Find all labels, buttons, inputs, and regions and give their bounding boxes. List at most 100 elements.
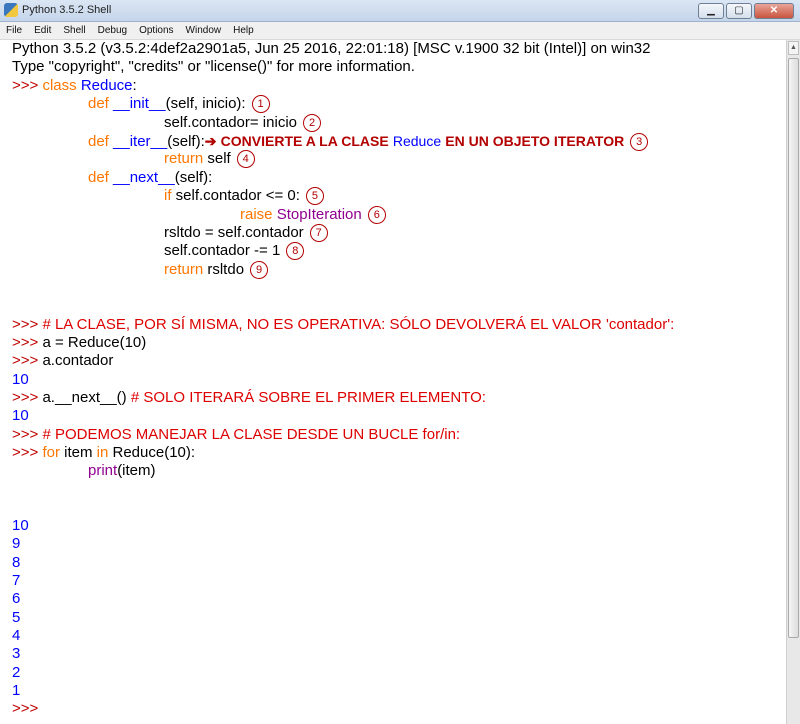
decrement-text: self.contador -= 1 (164, 242, 281, 259)
window-controls: ▁ ▢ ✕ (698, 3, 794, 19)
class-definition-line: >>> class Reduce: (12, 77, 137, 95)
title-bar: Python 3.5.2 Shell ▁ ▢ ✕ (0, 0, 800, 22)
class-name: Reduce (80, 77, 133, 94)
menu-debug[interactable]: Debug (92, 22, 133, 39)
loop-output-line: 2 (12, 664, 21, 681)
loop-output-line: 5 (12, 609, 21, 626)
print-function: print (88, 462, 118, 479)
assign-contador-line: self.contador= inicio 2 (164, 114, 321, 133)
annotation-marker-5: 5 (305, 187, 324, 206)
annotation-marker-8: 8 (286, 242, 305, 261)
a-contador-text: a.contador (42, 352, 114, 369)
comment-line-1: >>> # LA CLASE, POR SÍ MISMA, NO ES OPER… (12, 316, 674, 334)
a-contador-line: >>> a.contador (12, 352, 113, 370)
next-call-line: >>> a.__next__() # SOLO ITERARÁ SOBRE EL… (12, 389, 486, 407)
menu-bar: File Edit Shell Debug Options Window Hel… (0, 22, 800, 40)
next-method-name: __next__ (113, 169, 175, 186)
prompt: >>> (12, 389, 43, 406)
menu-help[interactable]: Help (227, 22, 260, 39)
loop-output-line: 7 (12, 572, 21, 589)
iter-method-name: __iter__ (113, 133, 168, 150)
menu-window[interactable]: Window (180, 22, 228, 39)
in-keyword: in (96, 444, 109, 461)
if-keyword: if (164, 187, 172, 204)
loop-output-line: 1 (12, 682, 21, 699)
banner-line-2: Type "copyright", "credits" or "license(… (12, 58, 415, 75)
class-keyword: class (42, 77, 77, 94)
prompt: >>> (12, 77, 43, 94)
shell-text-area[interactable]: Python 3.5.2 (v3.5.2:4def2a2901a5, Jun 2… (0, 40, 786, 724)
maximize-button[interactable]: ▢ (726, 3, 752, 19)
for-keyword: for (42, 444, 60, 461)
annotation-text-part1: CONVIERTE A LA CLASE (220, 133, 389, 149)
comment-text-2: # SOLO ITERARÁ SOBRE EL PRIMER ELEMENTO: (130, 389, 486, 406)
annotation-marker-4: 4 (236, 150, 255, 169)
next-call-text: a.__next__() (42, 389, 127, 406)
next-def-line: def __next__(self): (88, 169, 212, 187)
return-self-value: self (203, 150, 231, 167)
init-args: (self, inicio): (165, 95, 246, 112)
init-method-name: __init__ (113, 95, 166, 112)
annotation-text-part2: EN UN OBJETO ITERATOR (445, 133, 625, 149)
assign-rsltdo-line: rsltdo = self.contador 7 (164, 224, 328, 243)
if-condition: self.contador <= 0: (171, 187, 300, 204)
prompt: >>> (12, 426, 43, 443)
loop-output-line: 6 (12, 590, 21, 607)
python-app-icon (4, 3, 18, 17)
comment-text-1: # LA CLASE, POR SÍ MISMA, NO ES OPERATIV… (42, 316, 675, 333)
output-line: 10 (12, 407, 29, 424)
menu-shell[interactable]: Shell (57, 22, 91, 39)
loop-output-line: 4 (12, 627, 21, 644)
if-line: if self.contador <= 0: 5 (164, 187, 324, 206)
def-keyword: def (88, 133, 109, 150)
annotation-class-name: Reduce (392, 133, 442, 149)
raise-line: raise StopIteration 6 (240, 206, 386, 225)
menu-edit[interactable]: Edit (28, 22, 57, 39)
scroll-up-arrow-icon[interactable]: ▲ (788, 41, 799, 55)
return-keyword: return (164, 261, 204, 278)
prompt: >>> (12, 444, 43, 461)
loop-output-line: 8 (12, 554, 21, 571)
a-assign-line: >>> a = Reduce(10) (12, 334, 146, 352)
return-self-line: return self 4 (164, 150, 255, 169)
menu-file[interactable]: File (0, 22, 28, 39)
iter-args: (self): (167, 133, 205, 150)
loop-output-line: 9 (12, 535, 21, 552)
comment-line-3: >>> # PODEMOS MANEJAR LA CLASE DESDE UN … (12, 426, 460, 444)
loop-output-line: 10 (12, 517, 29, 534)
next-args: (self): (174, 169, 213, 186)
stop-iteration-name: StopIteration (276, 206, 362, 223)
print-line: print(item) (88, 462, 156, 480)
banner-line-1: Python 3.5.2 (v3.5.2:4def2a2901a5, Jun 2… (12, 40, 651, 57)
annotation-marker-7: 7 (309, 224, 328, 243)
annotation-marker-2: 2 (303, 114, 321, 133)
scroll-thumb[interactable] (788, 58, 799, 638)
init-def-line: def __init__(self, inicio): 1 (88, 95, 270, 114)
annotation-marker-1: 1 (251, 95, 270, 114)
final-prompt[interactable]: >>> (12, 700, 42, 718)
close-button[interactable]: ✕ (754, 3, 794, 19)
minimize-button[interactable]: ▁ (698, 3, 724, 19)
print-args: (item) (117, 462, 156, 479)
window-title: Python 3.5.2 Shell (22, 4, 112, 16)
a-assign-text: a = Reduce(10) (42, 334, 147, 351)
annotation-marker-9: 9 (250, 261, 269, 280)
for-iterable: Reduce(10): (108, 444, 196, 461)
menu-options[interactable]: Options (133, 22, 179, 39)
prompt: >>> (12, 334, 43, 351)
vertical-scrollbar[interactable]: ▲ (786, 40, 800, 724)
for-loop-line: >>> for item in Reduce(10): (12, 444, 195, 462)
return-keyword: return (164, 150, 204, 167)
assign-rsltdo-text: rsltdo = self.contador (164, 224, 304, 241)
annotation-marker-3: 3 (630, 133, 649, 152)
def-keyword: def (88, 95, 109, 112)
raise-keyword: raise (240, 206, 273, 223)
output-line: 10 (12, 371, 29, 388)
for-item: item (59, 444, 97, 461)
iter-def-line: def __iter__(self):➔ CONVIERTE A LA CLAS… (88, 132, 649, 152)
comment-text-3: # PODEMOS MANEJAR LA CLASE DESDE UN BUCL… (42, 426, 461, 443)
class-colon: : (132, 77, 137, 94)
return-rsltdo-line: return rsltdo 9 (164, 261, 269, 280)
prompt: >>> (12, 316, 43, 333)
loop-output-line: 3 (12, 645, 21, 662)
